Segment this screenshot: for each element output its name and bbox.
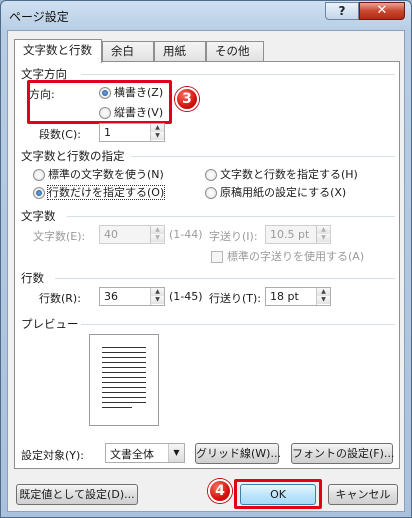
spin-down-icon[interactable]: ▼ [317, 234, 330, 242]
lines-title: 行数 [21, 271, 44, 285]
preview-title: プレビュー [21, 317, 79, 331]
dialog-body: 文字数と行数 余白 用紙 その他 文字方向 方向: 横書き(Z) 縦書き(V) … [7, 30, 405, 512]
preview-line [102, 367, 146, 368]
preview-line [102, 347, 146, 348]
spin-down-icon[interactable]: ▼ [317, 296, 330, 304]
spin-up-icon[interactable]: ▲ [151, 124, 164, 132]
chevron-down-icon[interactable]: ▼ [168, 444, 184, 462]
spin-down-icon[interactable]: ▼ [151, 296, 164, 304]
tab-margins[interactable]: 余白 [102, 41, 154, 61]
apply-to-value: 文書全体 [110, 448, 154, 461]
apply-to-label: 設定対象(Y): [21, 449, 85, 462]
spinner-arrows[interactable]: ▲ ▼ [150, 226, 164, 243]
spin-up-icon[interactable]: ▲ [317, 288, 330, 296]
radio-chars-and-lines[interactable]: 文字数と行数を指定する(H) [205, 166, 358, 182]
radio-chars-and-lines-label: 文字数と行数を指定する(H) [220, 168, 358, 181]
spinner-arrows[interactable]: ▲ ▼ [316, 288, 330, 305]
radio-button[interactable] [33, 187, 45, 199]
set-default-button[interactable]: 既定値として設定(D)... [16, 484, 138, 505]
preview-line [102, 352, 146, 353]
radio-button[interactable] [205, 169, 217, 181]
divider [131, 156, 395, 157]
line-count-range: (1-45) [169, 290, 203, 303]
radio-standard-chars[interactable]: 標準の文字数を使う(N) [33, 166, 164, 182]
char-pitch-label: 字送り(I): [209, 230, 258, 243]
radio-lines-only-label: 行数だけを指定する(O) [46, 185, 166, 200]
callout-box-direction [27, 80, 172, 124]
char-count-label: 文字数(E): [33, 230, 86, 243]
radio-button[interactable] [33, 169, 45, 181]
divider [55, 278, 395, 279]
char-pitch-value: 10.5 pt [270, 228, 310, 241]
char-count-value: 40 [104, 228, 118, 241]
columns-label: 段数(C): [39, 128, 81, 141]
checkbox[interactable] [211, 251, 223, 263]
preview-line [102, 392, 146, 393]
help-button[interactable]: ? [325, 2, 359, 20]
spin-up-icon[interactable]: ▲ [151, 226, 164, 234]
preview-line [102, 397, 146, 398]
divider [81, 324, 395, 325]
line-count-label: 行数(R): [39, 292, 81, 305]
spinner-arrows[interactable]: ▲ ▼ [150, 288, 164, 305]
radio-lines-only[interactable]: 行数だけを指定する(O) [33, 184, 166, 200]
page-preview [89, 334, 159, 426]
page-setup-dialog: ページ設定 ? ✕ 文字数と行数 余白 用紙 その他 文字方向 方向: 横書き(… [0, 0, 412, 518]
close-button[interactable]: ✕ [359, 2, 405, 20]
apply-to-select[interactable]: 文書全体 ▼ [105, 443, 185, 463]
divider [67, 216, 395, 217]
grid-lines-button[interactable]: グリッド線(W)... [195, 443, 281, 464]
line-pitch-label: 行送り(T): [209, 292, 262, 305]
grid-title: 文字数と行数の指定 [21, 149, 125, 163]
chars-title: 文字数 [21, 209, 56, 223]
columns-value: 1 [104, 126, 111, 139]
preview-line [102, 377, 146, 378]
columns-spinner[interactable]: 1 ▲ ▼ [99, 123, 165, 142]
cancel-button[interactable]: キャンセル [328, 484, 398, 505]
divider [81, 74, 395, 75]
spin-up-icon[interactable]: ▲ [317, 226, 330, 234]
line-count-value: 36 [104, 290, 118, 303]
use-default-pitch[interactable]: 標準の字送りを使用する(A) [211, 248, 364, 264]
preview-line [102, 402, 146, 403]
spin-down-icon[interactable]: ▼ [151, 234, 164, 242]
use-default-pitch-label: 標準の字送りを使用する(A) [227, 250, 365, 263]
radio-standard-chars-label: 標準の文字数を使う(N) [48, 168, 164, 181]
preview-line [102, 382, 146, 383]
spinner-arrows[interactable]: ▲ ▼ [150, 124, 164, 141]
spin-down-icon[interactable]: ▼ [151, 132, 164, 140]
line-count-spinner[interactable]: 36 ▲ ▼ [99, 287, 165, 306]
tab-other[interactable]: その他 [206, 41, 264, 61]
tab-panel: 文字方向 方向: 横書き(Z) 縦書き(V) 3 段数(C): 1 ▲ ▼ 文字数… [14, 61, 400, 469]
char-count-spinner[interactable]: 40 ▲ ▼ [99, 225, 165, 244]
dialog-title: ページ設定 [9, 10, 69, 24]
line-pitch-spinner[interactable]: 18 pt ▲ ▼ [265, 287, 331, 306]
line-pitch-value: 18 pt [270, 290, 299, 303]
radio-manuscript-label: 原稿用紙の設定にする(X) [220, 186, 347, 199]
ok-button[interactable]: OK [240, 484, 316, 505]
tab-paper[interactable]: 用紙 [154, 41, 206, 61]
preview-line [102, 362, 146, 363]
tab-chars-lines[interactable]: 文字数と行数 [14, 39, 102, 63]
step-3-badge: 3 [175, 87, 199, 111]
char-pitch-spinner[interactable]: 10.5 pt ▲ ▼ [265, 225, 331, 244]
preview-line [102, 387, 146, 388]
font-settings-button[interactable]: フォントの設定(F)... [291, 443, 394, 464]
preview-line [102, 407, 132, 408]
step-4-badge: 4 [208, 479, 232, 503]
radio-manuscript[interactable]: 原稿用紙の設定にする(X) [205, 184, 346, 200]
radio-button[interactable] [205, 187, 217, 199]
spin-up-icon[interactable]: ▲ [151, 288, 164, 296]
char-count-range: (1-44) [169, 228, 203, 241]
spinner-arrows[interactable]: ▲ ▼ [316, 226, 330, 243]
preview-line [102, 372, 146, 373]
title-bar[interactable]: ページ設定 ? ✕ [1, 1, 411, 29]
preview-line [102, 357, 146, 358]
